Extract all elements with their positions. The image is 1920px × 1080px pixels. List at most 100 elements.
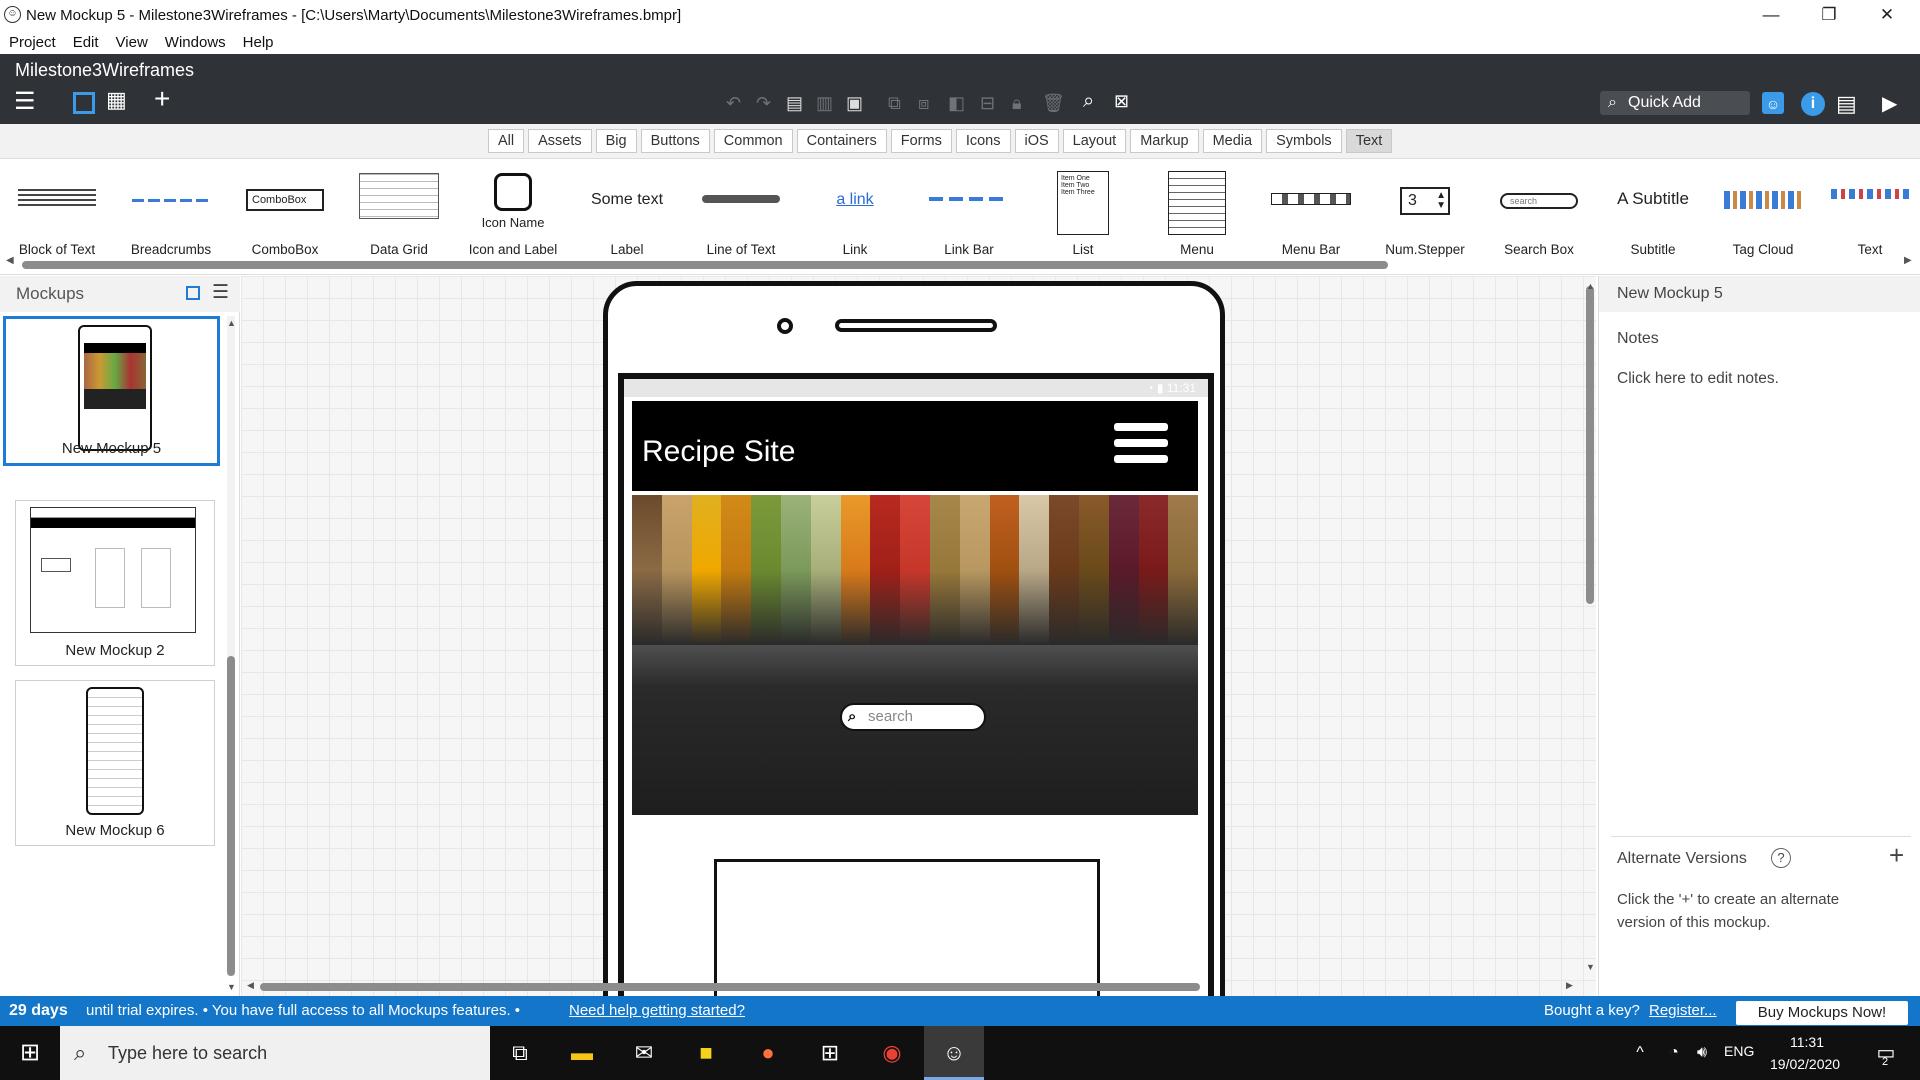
- canvas-scroll-right-icon[interactable]: ▶: [1566, 980, 1573, 991]
- clock-date[interactable]: 19/02/2020: [1770, 1056, 1840, 1072]
- help-icon[interactable]: ?: [1771, 848, 1791, 868]
- add-mockup-icon[interactable]: +: [154, 85, 170, 113]
- menu-edit[interactable]: Edit: [73, 34, 99, 51]
- canvas-scroll-up-icon[interactable]: ▲: [1586, 281, 1595, 291]
- library-item-icon-and-label[interactable]: Icon Name Icon and Label: [456, 159, 570, 265]
- redo-icon[interactable]: ↷: [756, 92, 771, 114]
- file-explorer-icon[interactable]: ▬: [552, 1026, 612, 1080]
- group-icon[interactable]: ⧉: [888, 92, 901, 114]
- restore-button[interactable]: ❐: [1800, 0, 1858, 30]
- scroll-down-icon[interactable]: ▼: [227, 982, 236, 992]
- help-link[interactable]: Need help getting started?: [569, 996, 745, 1026]
- tab-symbols[interactable]: Symbols: [1266, 129, 1342, 153]
- clock-time[interactable]: 11:31: [1790, 1034, 1824, 1050]
- taskbar-search[interactable]: ⌕ Type here to search: [60, 1026, 490, 1080]
- library-item-link-bar[interactable]: Link Bar: [912, 159, 1026, 265]
- mockup-name[interactable]: New Mockup 5: [1617, 285, 1723, 303]
- library-item-line-of-text[interactable]: Line of Text: [684, 159, 798, 265]
- notifications-icon[interactable]: ▭: [1856, 1026, 1916, 1080]
- language-indicator[interactable]: ENG: [1724, 1043, 1754, 1059]
- mockup-thumb-2[interactable]: New Mockup 2: [15, 500, 215, 666]
- align-icon[interactable]: ⊟: [980, 92, 995, 114]
- library-item-menu[interactable]: Menu: [1140, 159, 1254, 265]
- quick-add-input[interactable]: ⌕ Quick Add: [1600, 91, 1750, 115]
- library-item-search-box[interactable]: search Search Box: [1482, 159, 1596, 265]
- info-icon[interactable]: i: [1801, 92, 1825, 116]
- search-input[interactable]: ⌕ search: [840, 703, 986, 731]
- windows-start-icon[interactable]: ⊞: [0, 1026, 60, 1080]
- grid-view-icon[interactable]: ▦: [106, 88, 127, 112]
- firefox-icon[interactable]: ●: [738, 1026, 798, 1080]
- library-item-label[interactable]: Some text Label: [570, 159, 684, 265]
- search-icon[interactable]: ⌕: [1083, 89, 1094, 113]
- menu-project[interactable]: Project: [9, 34, 56, 51]
- library-scrollbar[interactable]: [22, 261, 1388, 269]
- library-item-link[interactable]: a link Link: [798, 159, 912, 265]
- tab-big[interactable]: Big: [595, 129, 637, 153]
- task-view-icon[interactable]: ⧉: [490, 1026, 550, 1080]
- ungroup-icon[interactable]: ⧈: [918, 92, 929, 114]
- trash-icon[interactable]: 🗑︎: [1042, 92, 1065, 114]
- register-link[interactable]: Register...: [1649, 996, 1717, 1026]
- notes-field[interactable]: Click here to edit notes.: [1617, 370, 1779, 388]
- library-item-text[interactable]: Text: [1820, 159, 1920, 265]
- list-view-icon[interactable]: ☰: [212, 281, 229, 304]
- copy-icon[interactable]: ▤: [786, 92, 803, 114]
- scroll-up-icon[interactable]: ▲: [227, 318, 236, 328]
- mail-icon[interactable]: ✉: [614, 1026, 674, 1080]
- paste-icon[interactable]: ▥: [816, 92, 833, 114]
- undo-icon[interactable]: ↶: [726, 92, 741, 114]
- design-canvas[interactable]: ◔ ▮ 11:31 Recipe Site ⌕ search: [241, 276, 1596, 996]
- tab-text[interactable]: Text: [1345, 129, 1393, 153]
- properties-icon[interactable]: ▤: [1836, 92, 1857, 116]
- tab-media[interactable]: Media: [1202, 129, 1263, 153]
- tab-markup[interactable]: Markup: [1130, 129, 1199, 153]
- buy-now-button[interactable]: Buy Mockups Now!: [1736, 1001, 1908, 1025]
- tab-assets[interactable]: Assets: [528, 129, 592, 153]
- lock-icon[interactable]: 🔒︎: [1012, 92, 1022, 114]
- hamburger-menu-icon[interactable]: ☰: [14, 90, 36, 114]
- library-item-combobox[interactable]: ComboBox ComboBox: [228, 159, 342, 265]
- phone-mockup[interactable]: ◔ ▮ 11:31 Recipe Site ⌕ search: [603, 281, 1225, 996]
- tab-buttons[interactable]: Buttons: [640, 129, 710, 153]
- tab-forms[interactable]: Forms: [890, 129, 952, 153]
- mockups-app-icon[interactable]: ☺: [924, 1026, 984, 1080]
- mockup-thumb-5[interactable]: New Mockup 5: [3, 316, 220, 466]
- library-item-block-of-text[interactable]: Block of Text: [0, 159, 114, 265]
- user-icon[interactable]: ☺: [1762, 92, 1784, 114]
- add-alternate-icon[interactable]: +: [1889, 840, 1904, 871]
- library-item-data-grid[interactable]: Data Grid: [342, 159, 456, 265]
- present-icon[interactable]: ▶: [1882, 92, 1897, 116]
- tab-all[interactable]: All: [488, 129, 525, 153]
- library-item-list[interactable]: Item One Item Two Item Three List: [1026, 159, 1140, 265]
- thumbnail-view-icon[interactable]: [186, 286, 200, 300]
- sticky-notes-icon[interactable]: ■: [676, 1026, 736, 1080]
- mockups-scrollbar[interactable]: [227, 316, 235, 976]
- tab-common[interactable]: Common: [713, 129, 793, 153]
- tab-ios[interactable]: iOS: [1014, 129, 1059, 153]
- tab-icons[interactable]: Icons: [955, 129, 1011, 153]
- tab-containers[interactable]: Containers: [796, 129, 887, 153]
- scroll-left-icon[interactable]: ◀: [6, 255, 14, 266]
- library-item-num-stepper[interactable]: 3 ▲ ▼ Num.Stepper: [1368, 159, 1482, 265]
- tab-layout[interactable]: Layout: [1062, 129, 1127, 153]
- menu-windows[interactable]: Windows: [165, 34, 226, 51]
- clipboard-icon[interactable]: ▣: [846, 92, 863, 114]
- close-button[interactable]: ✕: [1858, 0, 1916, 30]
- scroll-right-icon[interactable]: ▶: [1904, 255, 1912, 266]
- bring-front-icon[interactable]: ◧: [948, 92, 965, 114]
- library-item-menu-bar[interactable]: Menu Bar: [1254, 159, 1368, 265]
- menu-help[interactable]: Help: [243, 34, 274, 51]
- mockup-thumb-6[interactable]: New Mockup 6: [15, 680, 215, 846]
- chrome-icon[interactable]: ◉: [862, 1026, 922, 1080]
- canvas-vertical-scrollbar[interactable]: [1584, 280, 1596, 976]
- library-item-tag-cloud[interactable]: Tag Cloud: [1706, 159, 1820, 265]
- store-icon[interactable]: ⊞: [800, 1026, 860, 1080]
- library-item-breadcrumbs[interactable]: Breadcrumbs: [114, 159, 228, 265]
- canvas-scroll-left-icon[interactable]: ◀: [247, 980, 254, 991]
- canvas-scroll-down-icon[interactable]: ▼: [1586, 962, 1595, 972]
- minimize-button[interactable]: —: [1742, 0, 1800, 30]
- canvas-horizontal-scrollbar[interactable]: [260, 983, 1200, 991]
- menu-view[interactable]: View: [116, 34, 148, 51]
- volume-icon[interactable]: 🔊︎: [1672, 1026, 1732, 1080]
